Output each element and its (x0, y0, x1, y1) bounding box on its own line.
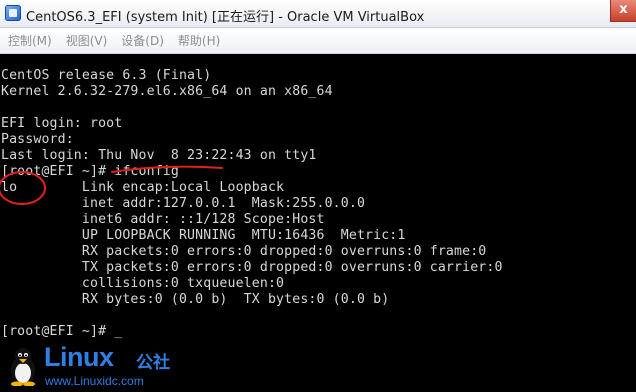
window-title: CentOS6.3_EFI (system Init) [正在运行] - Ora… (26, 10, 425, 25)
menu-view[interactable]: 视图(V) (62, 32, 112, 49)
console-line: TX packets:0 errors:0 dropped:0 overruns… (1, 260, 503, 275)
virtualbox-window: CentOS6.3_EFI (system Init) [正在运行] - Ora… (0, 0, 636, 392)
watermark-suffix: 公社 (136, 353, 170, 373)
console-line: [root@EFI ~]# ifconfig (1, 164, 179, 179)
console-line: RX packets:0 errors:0 dropped:0 overruns… (1, 244, 487, 259)
console-line: Password: (1, 132, 74, 147)
menu-devices[interactable]: 设备(D) (117, 32, 168, 49)
console-line: lo Link encap:Local Loopback (1, 180, 285, 195)
virtualbox-icon (5, 5, 21, 21)
tux-penguin-icon (11, 348, 35, 386)
menu-control[interactable]: 控制(M) (4, 32, 56, 49)
console-line: UP LOOPBACK RUNNING MTU:16436 Metric:1 (1, 228, 406, 243)
console-line: CentOS release 6.3 (Final) (1, 68, 212, 83)
console-line: RX bytes:0 (0.0 b) TX bytes:0 (0.0 b) (1, 292, 390, 307)
title-bar[interactable]: CentOS6.3_EFI (system Init) [正在运行] - Ora… (0, 0, 636, 28)
watermark-brand: Linux (44, 342, 114, 372)
console-line: Last login: Thu Nov 8 23:22:43 on tty1 (1, 148, 317, 163)
close-button[interactable]: x (610, 0, 636, 22)
watermark: Linux 公社 www.Linuxidc.com (0, 342, 200, 392)
console-line: collisions:0 txqueuelen:0 (1, 276, 285, 291)
watermark-url: www.Linuxidc.com (44, 374, 145, 388)
console-line: [root@EFI ~]# _ (1, 324, 123, 339)
menu-bar: 控制(M) 视图(V) 设备(D) 帮助(H) (0, 28, 636, 54)
menu-help[interactable]: 帮助(H) (174, 32, 224, 49)
console-line: EFI login: root (1, 116, 123, 131)
console-line: inet addr:127.0.0.1 Mask:255.0.0.0 (1, 196, 366, 211)
console-line: Kernel 2.6.32-279.el6.x86_64 on an x86_6… (1, 84, 333, 99)
console-line: inet6 addr: ::1/128 Scope:Host (1, 212, 325, 227)
